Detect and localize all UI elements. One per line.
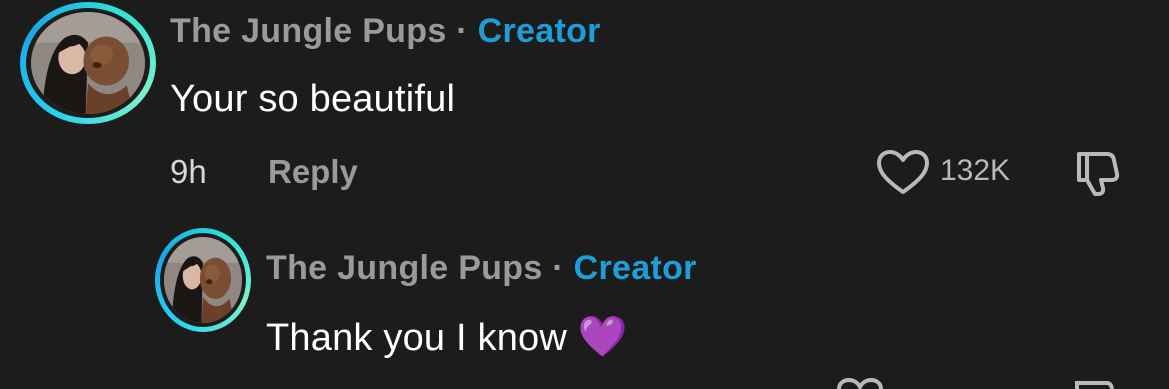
author-name[interactable]: The Jungle Pups	[170, 12, 447, 50]
reply-text: Thank you I know 💜	[266, 313, 628, 360]
comment-time: 9h	[170, 153, 207, 190]
reply-header: The Jungle Pups · Creator	[266, 249, 697, 288]
reply-avatar[interactable]	[155, 228, 251, 332]
dislike-icon[interactable]	[1071, 380, 1123, 389]
separator-dot: ·	[456, 12, 468, 50]
creator-badge: Creator	[573, 249, 697, 287]
heart-icon[interactable]	[835, 378, 885, 389]
heart-icon[interactable]	[876, 150, 930, 196]
reply-text-content: Thank you I know	[266, 317, 568, 359]
comments-panel: The Jungle Pups · Creator Your so beauti…	[0, 0, 1169, 389]
dislike-icon[interactable]	[1073, 150, 1125, 196]
avatar-photo	[31, 12, 145, 114]
purple-heart-icon: 💜	[577, 315, 628, 359]
separator-dot: ·	[552, 249, 564, 287]
creator-badge: Creator	[477, 12, 601, 50]
comment-header: The Jungle Pups · Creator	[170, 12, 601, 51]
author-name[interactable]: The Jungle Pups	[266, 249, 543, 287]
reply-button[interactable]: Reply	[268, 153, 358, 191]
avatar-photo	[164, 237, 242, 323]
like-count: 132K	[940, 154, 1011, 187]
comment-text: Your so beautiful	[170, 78, 456, 120]
comment-avatar[interactable]	[20, 2, 156, 124]
